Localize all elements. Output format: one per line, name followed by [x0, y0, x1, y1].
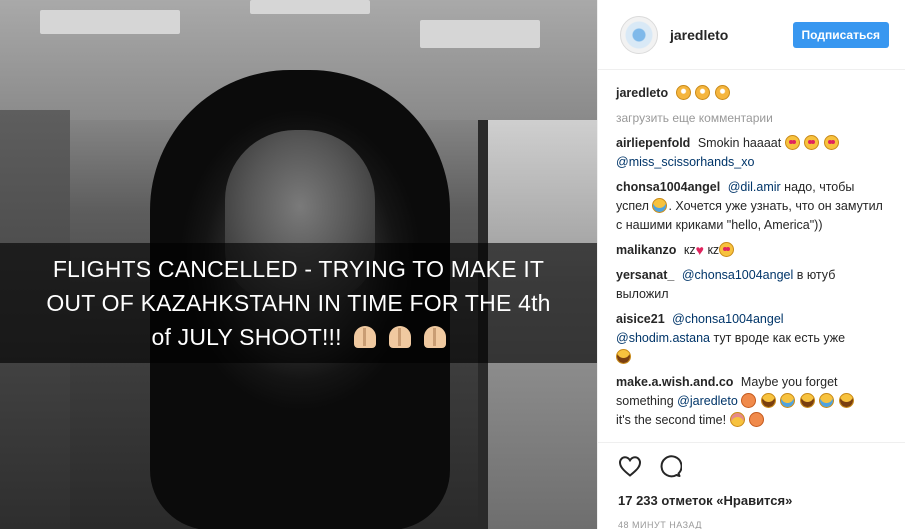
rolling-laugh-icon: [799, 393, 815, 408]
mad-face-icon: [741, 393, 757, 408]
comment-author[interactable]: airliepenfold: [616, 136, 690, 150]
list-item: airliepenfold Smokin haaaat @miss_scisso…: [616, 134, 889, 172]
comment-mention[interactable]: @shodim.astana: [616, 331, 710, 345]
mad-face-icon: [749, 412, 765, 427]
heart-eyes-icon: [784, 135, 800, 150]
ceiling-light: [420, 20, 540, 48]
caption-banner: FLIGHTS CANCELLED - TRYING TO MAKE IT OU…: [0, 243, 597, 363]
fearful-face-icon: [695, 85, 711, 100]
post-side-panel: jaredleto Подписаться jaredleto загрузит…: [597, 0, 905, 529]
comment-mention[interactable]: @chonsa1004angel: [672, 312, 783, 326]
post-header: jaredleto Подписаться: [598, 0, 905, 70]
comment-text-cont: it's the second time!: [616, 413, 727, 427]
comment-author[interactable]: jaredleto: [616, 86, 668, 100]
load-more-comments[interactable]: загрузить еще комментарии: [616, 109, 889, 128]
comment-mention[interactable]: @dil.amir: [728, 180, 781, 194]
list-item: yersanat_ @chonsa1004angel в ютуб выложи…: [616, 266, 889, 304]
comment-author[interactable]: malikanzo: [616, 243, 676, 257]
comment-text-cont: кz: [707, 243, 720, 257]
comment-author[interactable]: yersanat_: [616, 268, 674, 282]
comment-mention[interactable]: @chonsa1004angel: [682, 268, 793, 282]
ceiling-light: [40, 10, 180, 34]
header-username[interactable]: jaredleto: [670, 27, 793, 43]
fearful-face-icon: [675, 85, 691, 100]
post-actions: 17 233 отметок «Нравится» 48 минут назад: [598, 442, 905, 529]
heart-icon[interactable]: [618, 455, 642, 477]
fearful-face-icon: [714, 85, 730, 100]
comment-mention[interactable]: @miss_scissorhands_xo: [616, 155, 754, 169]
action-icons: [618, 453, 890, 479]
list-item: malikanzo кz♥ кz: [616, 241, 889, 260]
list-item: chonsa1004angel @dil.amir надо, чтобы ус…: [616, 178, 889, 235]
follow-button[interactable]: Подписаться: [792, 21, 889, 48]
caption-line-2: OUT OF KAZAHKSTAHN IN TIME FOR THE 4th: [46, 290, 551, 316]
caption-line-3-text: of JULY SHOOT!!!: [151, 324, 342, 350]
pray-icon: [423, 326, 446, 348]
crying-face-icon: [819, 393, 835, 408]
list-item: aisice21 @chonsa1004angel @shodim.astana…: [616, 310, 889, 367]
post-timestamp: 48 минут назад: [618, 520, 702, 529]
comment-text: Smokin haaaat: [697, 136, 782, 150]
comment-list: jaredleto загрузить еще комментарии airl…: [598, 70, 905, 442]
heart-eyes-icon: [804, 135, 820, 150]
comment-mention[interactable]: @jaredleto: [677, 394, 738, 408]
comment-author[interactable]: chonsa1004angel: [616, 180, 720, 194]
comment-author[interactable]: aisice21: [616, 312, 665, 326]
owner-comment: jaredleto: [616, 84, 889, 103]
comment-author[interactable]: make.a.wish.and.co: [616, 375, 733, 389]
comment-text: кz: [683, 243, 696, 257]
rolling-laugh-icon: [760, 393, 776, 408]
ceiling-light: [250, 0, 370, 14]
crying-face-icon: [652, 198, 668, 213]
red-heart-icon: ♥: [695, 242, 704, 258]
likes-count[interactable]: 17 233 отметок «Нравится»: [618, 493, 890, 508]
grinning-sweat-icon: [616, 349, 631, 364]
list-item: make.a.wish.and.co Maybe you forget some…: [616, 373, 889, 430]
heart-eyes-icon: [823, 135, 839, 150]
avatar[interactable]: [620, 15, 658, 54]
pray-icon: [354, 326, 377, 348]
pray-icon: [388, 326, 411, 348]
caption-line-3: of JULY SHOOT!!!: [151, 320, 446, 354]
heart-eyes-icon: [719, 242, 735, 257]
post-photo[interactable]: FLIGHTS CANCELLED - TRYING TO MAKE IT OU…: [0, 0, 597, 529]
crying-face-icon: [780, 393, 796, 408]
comment-icon[interactable]: [658, 454, 682, 478]
comment-text: тут вроде как есть уже: [710, 331, 846, 345]
rolling-laugh-icon: [838, 393, 854, 408]
smiling-face-icon: [729, 412, 745, 427]
caption-line-1: FLIGHTS CANCELLED - TRYING TO MAKE IT: [52, 256, 545, 282]
